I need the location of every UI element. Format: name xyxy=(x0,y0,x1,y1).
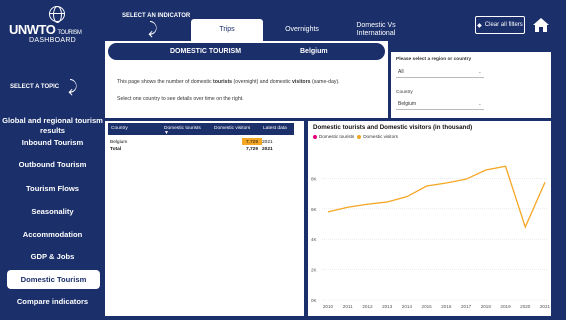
x-tick-label: 2014 xyxy=(402,304,413,309)
country-dropdown[interactable]: Belgium ⌄ xyxy=(396,99,484,110)
country-filter-label: Country xyxy=(396,90,413,95)
sidebar-item-seasonality[interactable]: Seasonality xyxy=(0,205,105,219)
chart-title: Domestic tourists and Domestic visitors … xyxy=(313,124,473,131)
sidebar-item-tourism-flows[interactable]: Tourism Flows xyxy=(0,182,105,196)
sidebar: UNWTO TOURISM DASHBOARD SELECT A TOPIC ⤸ … xyxy=(0,0,105,320)
row-latest: 2021 xyxy=(262,140,273,145)
x-tick-label: 2017 xyxy=(461,304,472,309)
col-country[interactable]: Country xyxy=(111,126,128,131)
logo-dashboard-text: DASHBOARD xyxy=(29,37,77,44)
y-tick-label: 4K xyxy=(311,237,318,242)
tab-overnights[interactable]: Overnights xyxy=(272,19,332,41)
x-tick-label: 2012 xyxy=(362,304,373,309)
table-panel xyxy=(105,121,304,316)
total-label: Total xyxy=(110,147,122,152)
x-tick-label: 2018 xyxy=(481,304,492,309)
region-filter-title: Please select a region or country xyxy=(396,57,472,62)
total-latest: 2021 xyxy=(262,147,273,152)
home-icon[interactable] xyxy=(532,17,550,33)
selected-country-title: Belgium xyxy=(300,48,328,55)
y-tick-label: 0K xyxy=(311,298,318,303)
col-domestic-tourists[interactable]: Domestic tourists xyxy=(164,126,201,131)
y-tick-label: 8K xyxy=(311,176,318,181)
series-line-domestic-visitors[interactable] xyxy=(327,165,546,229)
x-tick-label: 2011 xyxy=(343,304,353,309)
y-tick-label: 6K xyxy=(311,207,318,212)
y-tick-label: 2K xyxy=(311,268,318,273)
col-latest-data[interactable]: Latest data xyxy=(263,126,287,131)
total-visitors: 7,729 xyxy=(245,147,258,152)
page-title: DOMESTIC TOURISM xyxy=(170,48,242,55)
chevron-down-icon: ⌄ xyxy=(477,69,482,75)
logo-brand: UNWTO TOURISM xyxy=(9,22,82,37)
legend-label-tourists: Domestic tourists xyxy=(319,134,355,139)
row-visitors: 7,729 xyxy=(245,140,258,145)
row-country: Belgium xyxy=(110,140,128,145)
description-line-1: This page shows the number of domestic t… xyxy=(117,79,340,85)
eraser-icon: ◆ xyxy=(477,22,482,29)
select-topic-label: SELECT A TOPIC xyxy=(10,84,60,90)
x-tick-label: 2013 xyxy=(382,304,393,309)
x-tick-label: 2019 xyxy=(500,304,511,309)
sort-desc-icon: ▼ xyxy=(164,130,169,136)
curved-arrow-icon: ⤸ xyxy=(148,21,158,38)
sidebar-item-inbound-tourism[interactable]: Inbound Tourism xyxy=(0,136,105,150)
x-tick-label: 2020 xyxy=(520,304,531,309)
legend-label-visitors: Domestic visitors xyxy=(363,134,398,139)
chevron-down-icon: ⌄ xyxy=(477,101,482,107)
select-indicator-label: SELECT AN INDICATOR xyxy=(122,13,191,19)
legend-dot-tourists xyxy=(313,134,317,139)
x-tick-label: 2015 xyxy=(422,304,433,309)
globe-icon xyxy=(49,6,65,23)
chart-legend: Domestic tourists Domestic visitors xyxy=(313,134,398,139)
sidebar-item-compare-indicators[interactable]: Compare indicators xyxy=(0,295,105,309)
tab-domestic-vs-international[interactable]: Domestic Vs International xyxy=(340,19,412,41)
curved-arrow-icon: ⤸ xyxy=(68,79,78,96)
region-dropdown[interactable]: All ⌄ xyxy=(396,67,484,78)
unwto-logo[interactable]: UNWTO TOURISM DASHBOARD xyxy=(9,6,99,46)
page-header-bar: DOMESTIC TOURISM Belgium xyxy=(108,43,385,60)
line-chart[interactable]: 8K 6K 4K 2K 0K 2010 2011 2012 2013 2014 2015 2016 20… xyxy=(308,140,551,316)
sidebar-item-domestic-tourism[interactable]: Domestic Tourism xyxy=(7,270,100,289)
table-header: Country Domestic tourists Domestic visit… xyxy=(108,123,294,136)
x-tick-label: 2016 xyxy=(441,304,452,309)
sidebar-item-outbound-tourism[interactable]: Outbound Tourism xyxy=(0,158,105,172)
col-domestic-visitors[interactable]: Domestic visitors xyxy=(214,126,250,131)
clear-filters-button[interactable]: ◆ Clear all filters xyxy=(475,16,525,34)
legend-dot-visitors xyxy=(357,134,362,139)
sidebar-item-accommodation[interactable]: Accommodation xyxy=(0,228,105,242)
tab-trips[interactable]: Trips xyxy=(191,19,263,41)
x-tick-label: 2021 xyxy=(540,304,551,309)
x-tick-label: 2010 xyxy=(323,304,334,309)
description-line-2: Select one country to see details over t… xyxy=(117,96,244,102)
sidebar-item-gdp-jobs[interactable]: GDP & Jobs xyxy=(0,250,105,264)
